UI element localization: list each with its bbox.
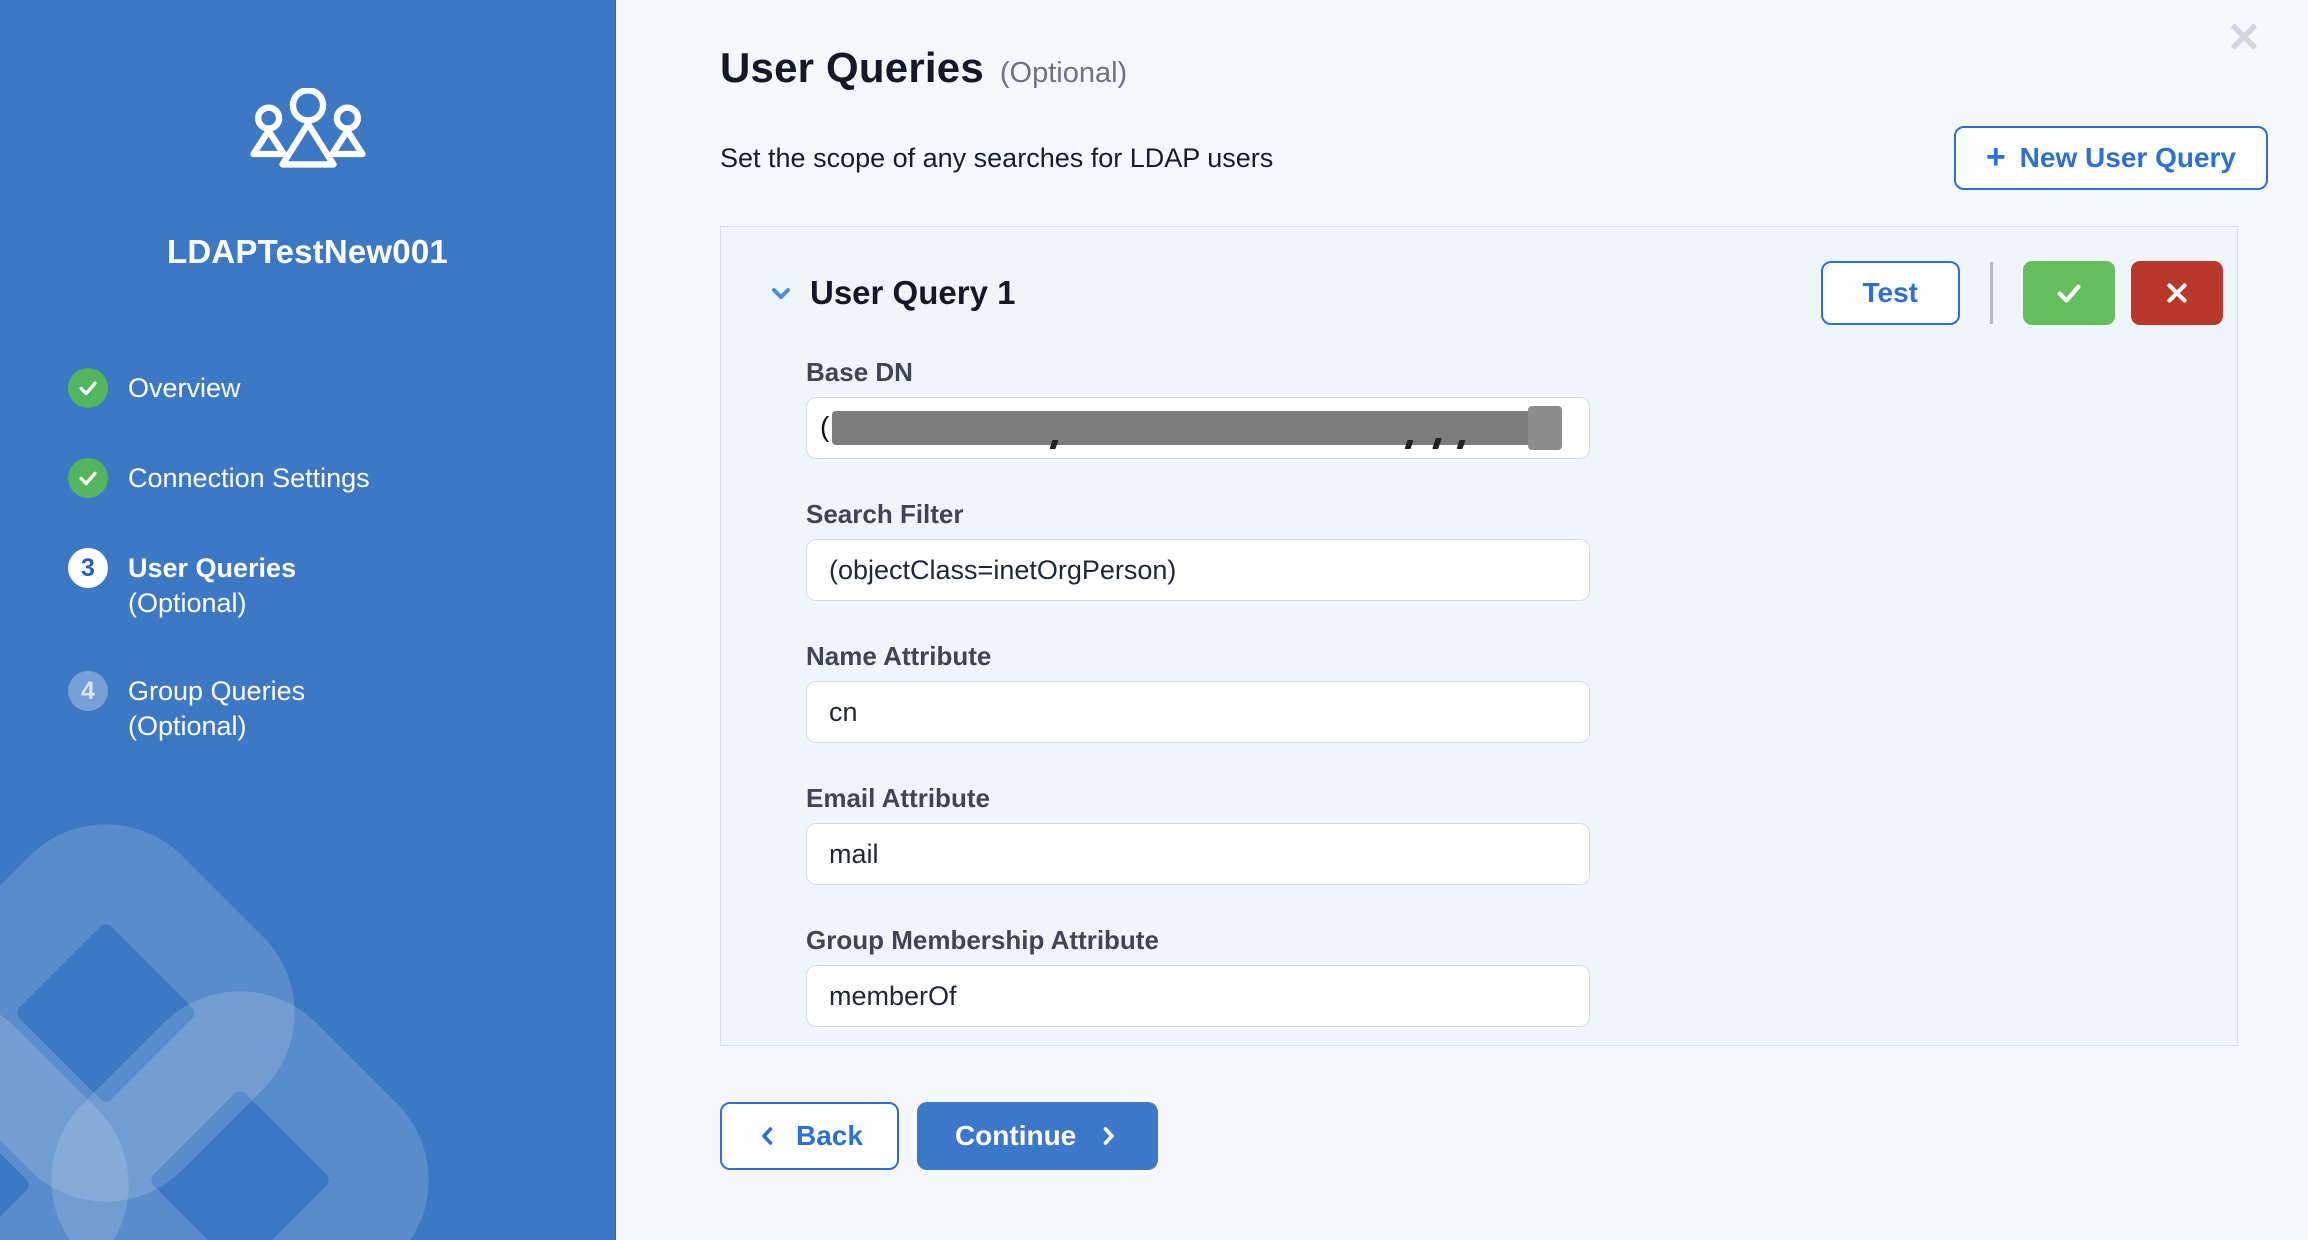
continue-button[interactable]: Continue — [917, 1102, 1158, 1170]
main-content: ✕ User Queries (Optional) Set the scope … — [616, 0, 2308, 1240]
continue-label: Continue — [955, 1120, 1076, 1152]
search-filter-input[interactable] — [806, 539, 1590, 601]
sidebar-step-user-queries[interactable]: 3 User Queries (Optional) — [68, 548, 615, 621]
chevron-down-icon[interactable] — [764, 276, 798, 310]
new-user-query-button[interactable]: + New User Query — [1954, 126, 2268, 190]
ldap-setup-modal: LDAPTestNew001 Overview Connection S — [0, 0, 2308, 1240]
sidebar-step-overview[interactable]: Overview — [68, 368, 615, 408]
step-complete-icon — [68, 368, 108, 408]
close-icon[interactable]: ✕ — [2222, 16, 2266, 60]
step-sublabel: (Optional) — [128, 711, 247, 741]
chevron-left-icon — [756, 1124, 780, 1148]
delete-query-button[interactable] — [2131, 261, 2223, 325]
query-title: User Query 1 — [810, 274, 1015, 312]
check-icon — [2054, 278, 2084, 308]
name-attribute-input[interactable] — [806, 681, 1590, 743]
step-label: User Queries — [128, 553, 296, 583]
step-number-badge: 3 — [68, 548, 108, 588]
base-dn-field[interactable]: ( — [806, 397, 1590, 459]
plus-icon: + — [1986, 140, 2006, 174]
redaction-bar — [832, 411, 1534, 445]
step-label: Overview — [128, 373, 241, 403]
new-user-query-label: New User Query — [2020, 142, 2236, 174]
button-divider — [1990, 262, 1993, 324]
sidebar-step-group-queries[interactable]: 4 Group Queries (Optional) — [68, 671, 615, 744]
chevron-right-icon — [1096, 1124, 1120, 1148]
test-button[interactable]: Test — [1821, 261, 1961, 325]
page-title: User Queries — [720, 44, 984, 92]
name-attribute-label: Name Attribute — [806, 641, 2223, 671]
step-sublabel: (Optional) — [128, 588, 247, 618]
page-subtitle: Set the scope of any searches for LDAP u… — [720, 143, 1273, 174]
wizard-steps: Overview Connection Settings 3 User Quer… — [68, 368, 615, 744]
redaction-cap — [1528, 406, 1562, 450]
email-attribute-label: Email Attribute — [806, 783, 2223, 813]
step-number-badge: 4 — [68, 671, 108, 711]
wizard-sidebar: LDAPTestNew001 Overview Connection S — [0, 0, 616, 1240]
search-filter-label: Search Filter — [806, 499, 2223, 529]
back-button[interactable]: Back — [720, 1102, 899, 1170]
page-title-suffix: (Optional) — [1000, 57, 1127, 90]
brand-watermark — [0, 700, 616, 1240]
base-dn-visible-fragment: ( — [820, 411, 829, 443]
base-dn-label: Base DN — [806, 357, 2223, 387]
group-membership-attribute-label: Group Membership Attribute — [806, 925, 2223, 955]
step-complete-icon — [68, 458, 108, 498]
confirm-query-button[interactable] — [2023, 261, 2115, 325]
x-icon — [2164, 280, 2190, 306]
back-label: Back — [796, 1120, 863, 1152]
users-group-icon — [246, 88, 370, 176]
step-label: Connection Settings — [128, 463, 370, 493]
step-label: Group Queries — [128, 676, 305, 706]
sidebar-step-connection-settings[interactable]: Connection Settings — [68, 458, 615, 498]
user-query-panel: User Query 1 Test Base DN ( — [720, 226, 2238, 1046]
email-attribute-input[interactable] — [806, 823, 1590, 885]
integration-name: LDAPTestNew001 — [0, 232, 615, 272]
group-membership-attribute-input[interactable] — [806, 965, 1590, 1027]
